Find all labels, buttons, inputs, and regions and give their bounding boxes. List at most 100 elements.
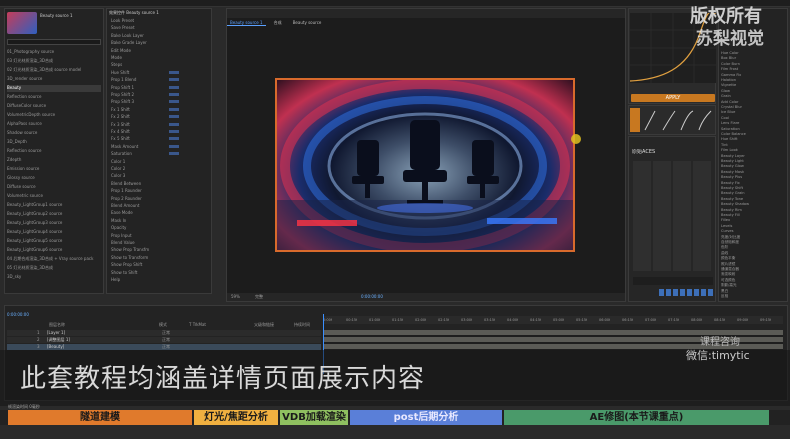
project-item[interactable]: AlphaPass source xyxy=(7,121,101,128)
fx-preset-item[interactable]: Grain xyxy=(721,94,787,99)
fx-preset-item[interactable]: 反相 xyxy=(721,294,787,299)
project-item[interactable]: Emission source xyxy=(7,166,101,173)
fx-preset-item[interactable]: Beauty Glow xyxy=(721,164,787,169)
effect-param[interactable]: Color 2 xyxy=(111,166,166,172)
param-value-field[interactable] xyxy=(169,144,179,148)
preset-curves[interactable] xyxy=(630,108,716,134)
effect-param[interactable]: Hue Shift xyxy=(111,70,166,76)
param-value-field[interactable] xyxy=(169,78,179,82)
project-item[interactable]: Zdepth xyxy=(7,157,101,164)
fx-preset-item[interactable]: Ice Blue xyxy=(721,110,787,115)
project-item[interactable]: 04 后期合成渲染_3D合成 + Vray source pack xyxy=(7,256,101,263)
effect-param[interactable]: Fx 3 Shift xyxy=(111,122,166,128)
effect-param[interactable]: Fx 2 Shift xyxy=(111,114,166,120)
project-item[interactable]: 05 灯光材质渲染_3D合成 xyxy=(7,265,101,272)
fx-preset-item[interactable]: Glow xyxy=(721,89,787,94)
project-item[interactable]: DiffuseColor source xyxy=(7,103,101,110)
project-item[interactable]: Shadow source xyxy=(7,130,101,137)
fx-preset-item[interactable]: Crystal Blur xyxy=(721,105,787,110)
fx-preset-item[interactable]: Levels xyxy=(721,224,787,229)
fx-preset-item[interactable]: Color Balance xyxy=(721,132,787,137)
effect-param[interactable]: Look Preset xyxy=(111,18,166,24)
effect-param[interactable]: Mask Amount xyxy=(111,144,166,150)
fx-preset-item[interactable]: 亮度/对比度 xyxy=(721,235,787,240)
tab-viewer-2[interactable]: 合成 xyxy=(271,19,285,26)
effect-param[interactable]: Fx 5 Shift xyxy=(111,136,166,142)
layer-name[interactable]: [调整图层 1] xyxy=(47,337,70,343)
effect-param[interactable]: Show Prop Transfm xyxy=(111,247,166,253)
param-value-field[interactable] xyxy=(169,122,179,126)
project-item[interactable]: Beauty_LightGroup3 source xyxy=(7,220,101,227)
viewer-timecode[interactable]: 0:00:00:00 xyxy=(361,294,383,300)
param-value-field[interactable] xyxy=(169,100,179,104)
chapter-segment[interactable]: 隧道建模 xyxy=(8,410,192,425)
effect-param[interactable]: Prop 2 Rounder xyxy=(111,196,166,202)
fx-preset-item[interactable]: 黑白 xyxy=(721,289,787,294)
chapter-segment[interactable]: AE修图(本节课重点) xyxy=(504,410,769,425)
effect-param[interactable]: Blend Between xyxy=(111,181,166,187)
fx-preset-item[interactable]: 颜色平衡 xyxy=(721,256,787,261)
aces-buttons[interactable] xyxy=(659,289,713,296)
tab-viewer-1[interactable]: Beauty source 1 xyxy=(227,19,266,26)
effect-param[interactable]: Ease Mode xyxy=(111,210,166,216)
effect-param[interactable]: Color 1 xyxy=(111,159,166,165)
effect-param[interactable]: Fx 4 Shift xyxy=(111,129,166,135)
effect-param[interactable]: Opacity xyxy=(111,225,166,231)
chapter-segment[interactable]: post后期分析 xyxy=(350,410,502,425)
effect-param[interactable]: Blend Amount xyxy=(111,203,166,209)
param-value-field[interactable] xyxy=(169,93,179,96)
fx-preset-item[interactable]: Tint xyxy=(721,143,787,148)
effect-param[interactable]: Prop 1 Blend xyxy=(111,77,166,83)
fx-preset-item[interactable]: Vignette xyxy=(721,83,787,88)
fx-preset-item[interactable]: 自然饱和度 xyxy=(721,240,787,245)
effect-param[interactable]: Show to Shift xyxy=(111,270,166,276)
fx-preset-item[interactable]: Lens Flare xyxy=(721,121,787,126)
effect-param[interactable]: Prop 1 Rounder xyxy=(111,188,166,194)
project-item[interactable]: 01_Photography source xyxy=(7,49,101,56)
param-value-field[interactable] xyxy=(169,85,179,89)
project-item[interactable]: 03 灯光材质渲染_3D合成 xyxy=(7,58,101,65)
quality-select[interactable]: 完整 xyxy=(255,294,263,300)
timeline-timecode[interactable]: 0:00:00:00 xyxy=(7,312,29,318)
effect-param[interactable]: Prop Shift 2 xyxy=(111,92,166,98)
fx-preset-item[interactable]: Saturation xyxy=(721,127,787,132)
effect-param[interactable]: Fx 1 Shift xyxy=(111,107,166,113)
project-item[interactable]: 02 灯光材质渲染_3D合成 source model xyxy=(7,67,101,74)
layer-mode[interactable]: 正常 xyxy=(162,330,170,336)
fx-preset-item[interactable]: Gamma Fix xyxy=(721,73,787,78)
param-value-field[interactable] xyxy=(169,152,179,156)
fx-preset-item[interactable]: Beauty Shift xyxy=(721,186,787,191)
effect-param[interactable]: Bake Look Layer xyxy=(111,33,166,39)
effect-param[interactable]: Edit Mode xyxy=(111,48,166,54)
fx-preset-item[interactable]: 通道混合器 xyxy=(721,267,787,272)
param-value-field[interactable] xyxy=(169,107,179,111)
project-item[interactable]: Diffuse source xyxy=(7,184,101,191)
param-value-field[interactable] xyxy=(169,137,179,141)
fx-preset-item[interactable]: Hue Shift xyxy=(721,137,787,142)
project-item[interactable]: Reflection source xyxy=(7,148,101,155)
project-search-input[interactable] xyxy=(7,39,101,45)
project-item[interactable]: VolumetricDepth source xyxy=(7,112,101,119)
fx-preset-item[interactable]: Hue Color xyxy=(721,51,787,56)
fx-preset-item[interactable]: 色阶 xyxy=(721,245,787,250)
fx-preset-item[interactable]: Beauty Grain xyxy=(721,191,787,196)
effect-param[interactable]: Help xyxy=(111,277,166,283)
fx-preset-item[interactable]: Box Blur xyxy=(721,56,787,61)
project-item[interactable]: Beauty xyxy=(7,85,101,92)
fx-preset-item[interactable]: Beauty Tone xyxy=(721,197,787,202)
effect-param[interactable]: Steps xyxy=(111,62,166,68)
project-item[interactable]: Beauty_LightGroup4 source xyxy=(7,229,101,236)
fx-preset-item[interactable]: 曲线 xyxy=(721,251,787,256)
effect-param[interactable]: Color 3 xyxy=(111,173,166,179)
project-item[interactable]: Volumetric source xyxy=(7,193,101,200)
effect-param[interactable]: Mode xyxy=(111,55,166,61)
effect-param[interactable]: Saturation xyxy=(111,151,166,157)
effect-param[interactable]: Mask In xyxy=(111,218,166,224)
project-item[interactable]: Beauty_LightGroup5 source xyxy=(7,238,101,245)
effect-param[interactable]: Blend Value xyxy=(111,240,166,246)
fx-preset-item[interactable]: Fillex xyxy=(721,218,787,223)
fx-preset-item[interactable]: Beauty Fix xyxy=(721,181,787,186)
fx-preset-item[interactable]: Film Look xyxy=(721,148,787,153)
effect-param[interactable]: Save Preset xyxy=(111,25,166,31)
effect-param[interactable]: Bake Grade Layer xyxy=(111,40,166,46)
